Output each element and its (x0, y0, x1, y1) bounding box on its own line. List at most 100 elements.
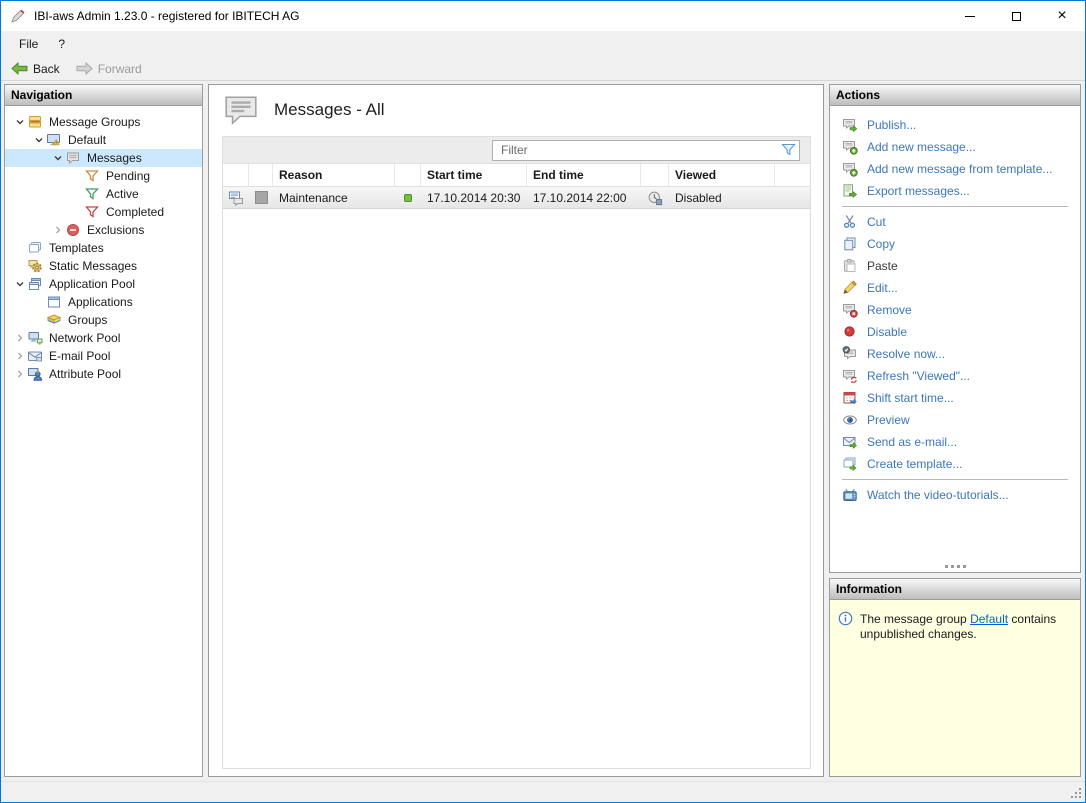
information-panel: Information The message group Default co… (829, 578, 1081, 777)
messages-table: Reason Start time End time Viewed Mainte… (222, 136, 811, 769)
column-header-viewed-icon[interactable] (641, 164, 669, 186)
menu-file[interactable]: File (9, 33, 48, 55)
default-group-link[interactable]: Default (970, 612, 1008, 626)
tree-item-applications[interactable]: Applications (5, 293, 202, 311)
chevron-right-icon[interactable] (12, 333, 27, 343)
actions-separator (842, 479, 1068, 480)
status-bar (1, 781, 1085, 802)
action-add-new-message[interactable]: Add new message... (842, 136, 1080, 158)
information-message: The message group Default contains unpub… (860, 611, 1072, 642)
tree-item-default[interactable]: Default (5, 131, 202, 149)
action-preview[interactable]: Preview (842, 409, 1080, 431)
tree-item-messages[interactable]: Messages (5, 149, 202, 167)
cut-icon (842, 214, 858, 230)
static-messages-icon (27, 258, 45, 274)
action-paste[interactable]: Paste (842, 255, 1080, 277)
tree-item-label: Static Messages (45, 259, 137, 273)
action-edit[interactable]: Edit... (842, 277, 1080, 299)
export-messages-icon (842, 183, 858, 199)
tree-item-label: Attribute Pool (45, 367, 121, 381)
action-label: Edit... (867, 281, 898, 295)
action-disable[interactable]: Disable (842, 321, 1080, 343)
resize-grip[interactable] (1070, 787, 1081, 798)
column-header-type[interactable] (223, 164, 249, 186)
messages-icon (65, 150, 83, 166)
action-create-template[interactable]: Create template... (842, 453, 1080, 475)
tree-item-pending[interactable]: Pending (5, 167, 202, 185)
action-label: Cut (867, 215, 886, 229)
chevron-down-icon[interactable] (50, 153, 65, 163)
column-header-status[interactable] (395, 164, 421, 186)
action-cut[interactable]: Cut (842, 211, 1080, 233)
menu-help[interactable]: ? (48, 33, 75, 55)
close-button[interactable]: × (1039, 1, 1085, 31)
tree-item-label: Default (64, 133, 106, 147)
chevron-down-icon[interactable] (12, 117, 27, 127)
exclusions-icon (65, 222, 83, 238)
minimize-icon (965, 16, 975, 17)
back-button[interactable]: Back (7, 61, 64, 77)
tree-item-label: Templates (45, 241, 104, 255)
action-copy[interactable]: Copy (842, 233, 1080, 255)
action-label: Watch the video-tutorials... (867, 488, 1009, 502)
action-label: Send as e-mail... (867, 435, 957, 449)
action-remove[interactable]: Remove (842, 299, 1080, 321)
chevron-right-icon[interactable] (12, 351, 27, 361)
action-export-messages[interactable]: Export messages... (842, 180, 1080, 202)
cell-end-time: 17.10.2014 22:00 (527, 191, 641, 205)
chevron-right-icon[interactable] (50, 225, 65, 235)
tree-item-message-groups[interactable]: Message Groups (5, 113, 202, 131)
tree-item-application-pool[interactable]: Application Pool (5, 275, 202, 293)
tree-item-templates[interactable]: Templates (5, 239, 202, 257)
content-area: Navigation Message Groups Default Messag… (1, 81, 1085, 781)
action-label: Refresh "Viewed"... (867, 369, 970, 383)
actions-list: Publish... Add new message... Add new me… (830, 106, 1080, 560)
tree-item-static-messages[interactable]: Static Messages (5, 257, 202, 275)
create-template-icon (842, 456, 858, 472)
tree-item-network-pool[interactable]: Network Pool (5, 329, 202, 347)
minimize-button[interactable] (947, 1, 993, 31)
table-row[interactable]: Maintenance 17.10.2014 20:30 17.10.2014 … (223, 187, 810, 209)
tree-item-active[interactable]: Active (5, 185, 202, 203)
chevron-right-icon[interactable] (12, 369, 27, 379)
remove-icon (842, 302, 858, 318)
tree-item-label: Applications (64, 295, 133, 309)
column-header-start-time[interactable]: Start time (421, 164, 527, 186)
action-resolve-now[interactable]: Resolve now... (842, 343, 1080, 365)
tree-item-email-pool[interactable]: E-mail Pool (5, 347, 202, 365)
add-message-from-template-icon (842, 161, 858, 177)
action-label: Create template... (867, 457, 962, 471)
column-header-viewed[interactable]: Viewed (669, 164, 775, 186)
filter-input[interactable] (493, 143, 777, 157)
add-message-icon (842, 139, 858, 155)
applications-icon (46, 294, 64, 310)
chevron-down-icon[interactable] (12, 279, 27, 289)
action-shift-start-time[interactable]: Shift start time... (842, 387, 1080, 409)
action-label: Export messages... (867, 184, 970, 198)
column-header-reason[interactable]: Reason (273, 164, 395, 186)
main-header: Messages - All (209, 85, 823, 134)
actions-panel: Actions Publish... Add new message... Ad… (829, 84, 1081, 573)
action-publish[interactable]: Publish... (842, 114, 1080, 136)
panel-splitter-handle[interactable] (830, 560, 1080, 572)
tree-item-completed[interactable]: Completed (5, 203, 202, 221)
column-header-color[interactable] (249, 164, 273, 186)
tree-item-label: Pending (102, 169, 150, 183)
action-label: Add new message... (867, 140, 976, 154)
filter-funnel-icon[interactable] (777, 143, 799, 157)
action-send-as-email[interactable]: Send as e-mail... (842, 431, 1080, 453)
tree-item-exclusions[interactable]: Exclusions (5, 221, 202, 239)
tree-item-groups[interactable]: Groups (5, 311, 202, 329)
action-label: Shift start time... (867, 391, 954, 405)
edit-icon (842, 280, 858, 296)
tree-item-label: Network Pool (45, 331, 120, 345)
info-message-prefix: The message group (860, 612, 970, 626)
action-refresh-viewed[interactable]: Refresh "Viewed"... (842, 365, 1080, 387)
action-watch-video-tutorials[interactable]: Watch the video-tutorials... (842, 484, 1080, 506)
column-header-end-time[interactable]: End time (527, 164, 641, 186)
maximize-button[interactable] (993, 1, 1039, 31)
action-add-new-message-from-template[interactable]: Add new message from template... (842, 158, 1080, 180)
tree-item-attribute-pool[interactable]: Attribute Pool (5, 365, 202, 383)
forward-button[interactable]: Forward (72, 61, 146, 77)
chevron-down-icon[interactable] (31, 135, 46, 145)
